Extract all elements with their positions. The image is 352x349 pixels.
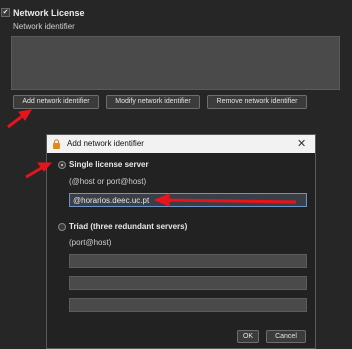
cancel-button[interactable]: Cancel [266,330,306,343]
dialog-titlebar: Add network identifier ✕ [47,135,315,153]
triad-server-3-input[interactable] [69,298,307,312]
annotation-arrow-icon [7,109,32,129]
add-network-identifier-button[interactable]: Add network identifier [13,95,99,109]
triad-label: Triad (three redundant servers) [69,222,188,231]
network-identifier-label: Network identifier [13,22,75,31]
remove-network-identifier-button[interactable]: Remove network identifier [207,95,307,109]
single-license-label: Single license server [69,160,149,169]
network-license-title: Network License [13,8,85,18]
single-license-input[interactable]: @horarios.deec.uc.pt [69,193,307,207]
dialog-title: Add network identifier [67,139,144,148]
network-license-checkbox[interactable]: ✔ [1,8,10,17]
single-license-hint: (@host or port@host) [69,177,147,186]
network-identifier-list[interactable] [11,36,340,90]
triad-server-1-input[interactable] [69,254,307,268]
lock-icon [53,139,60,149]
single-license-radio[interactable] [58,161,66,169]
triad-hint: (port@host) [69,238,112,247]
triad-radio[interactable] [58,223,66,231]
triad-server-2-input[interactable] [69,276,307,290]
add-network-identifier-dialog: Add network identifier ✕ Single license … [46,134,316,349]
close-icon[interactable]: ✕ [297,137,306,150]
ok-button[interactable]: OK [237,330,259,343]
modify-network-identifier-button[interactable]: Modify network identifier [106,95,200,109]
